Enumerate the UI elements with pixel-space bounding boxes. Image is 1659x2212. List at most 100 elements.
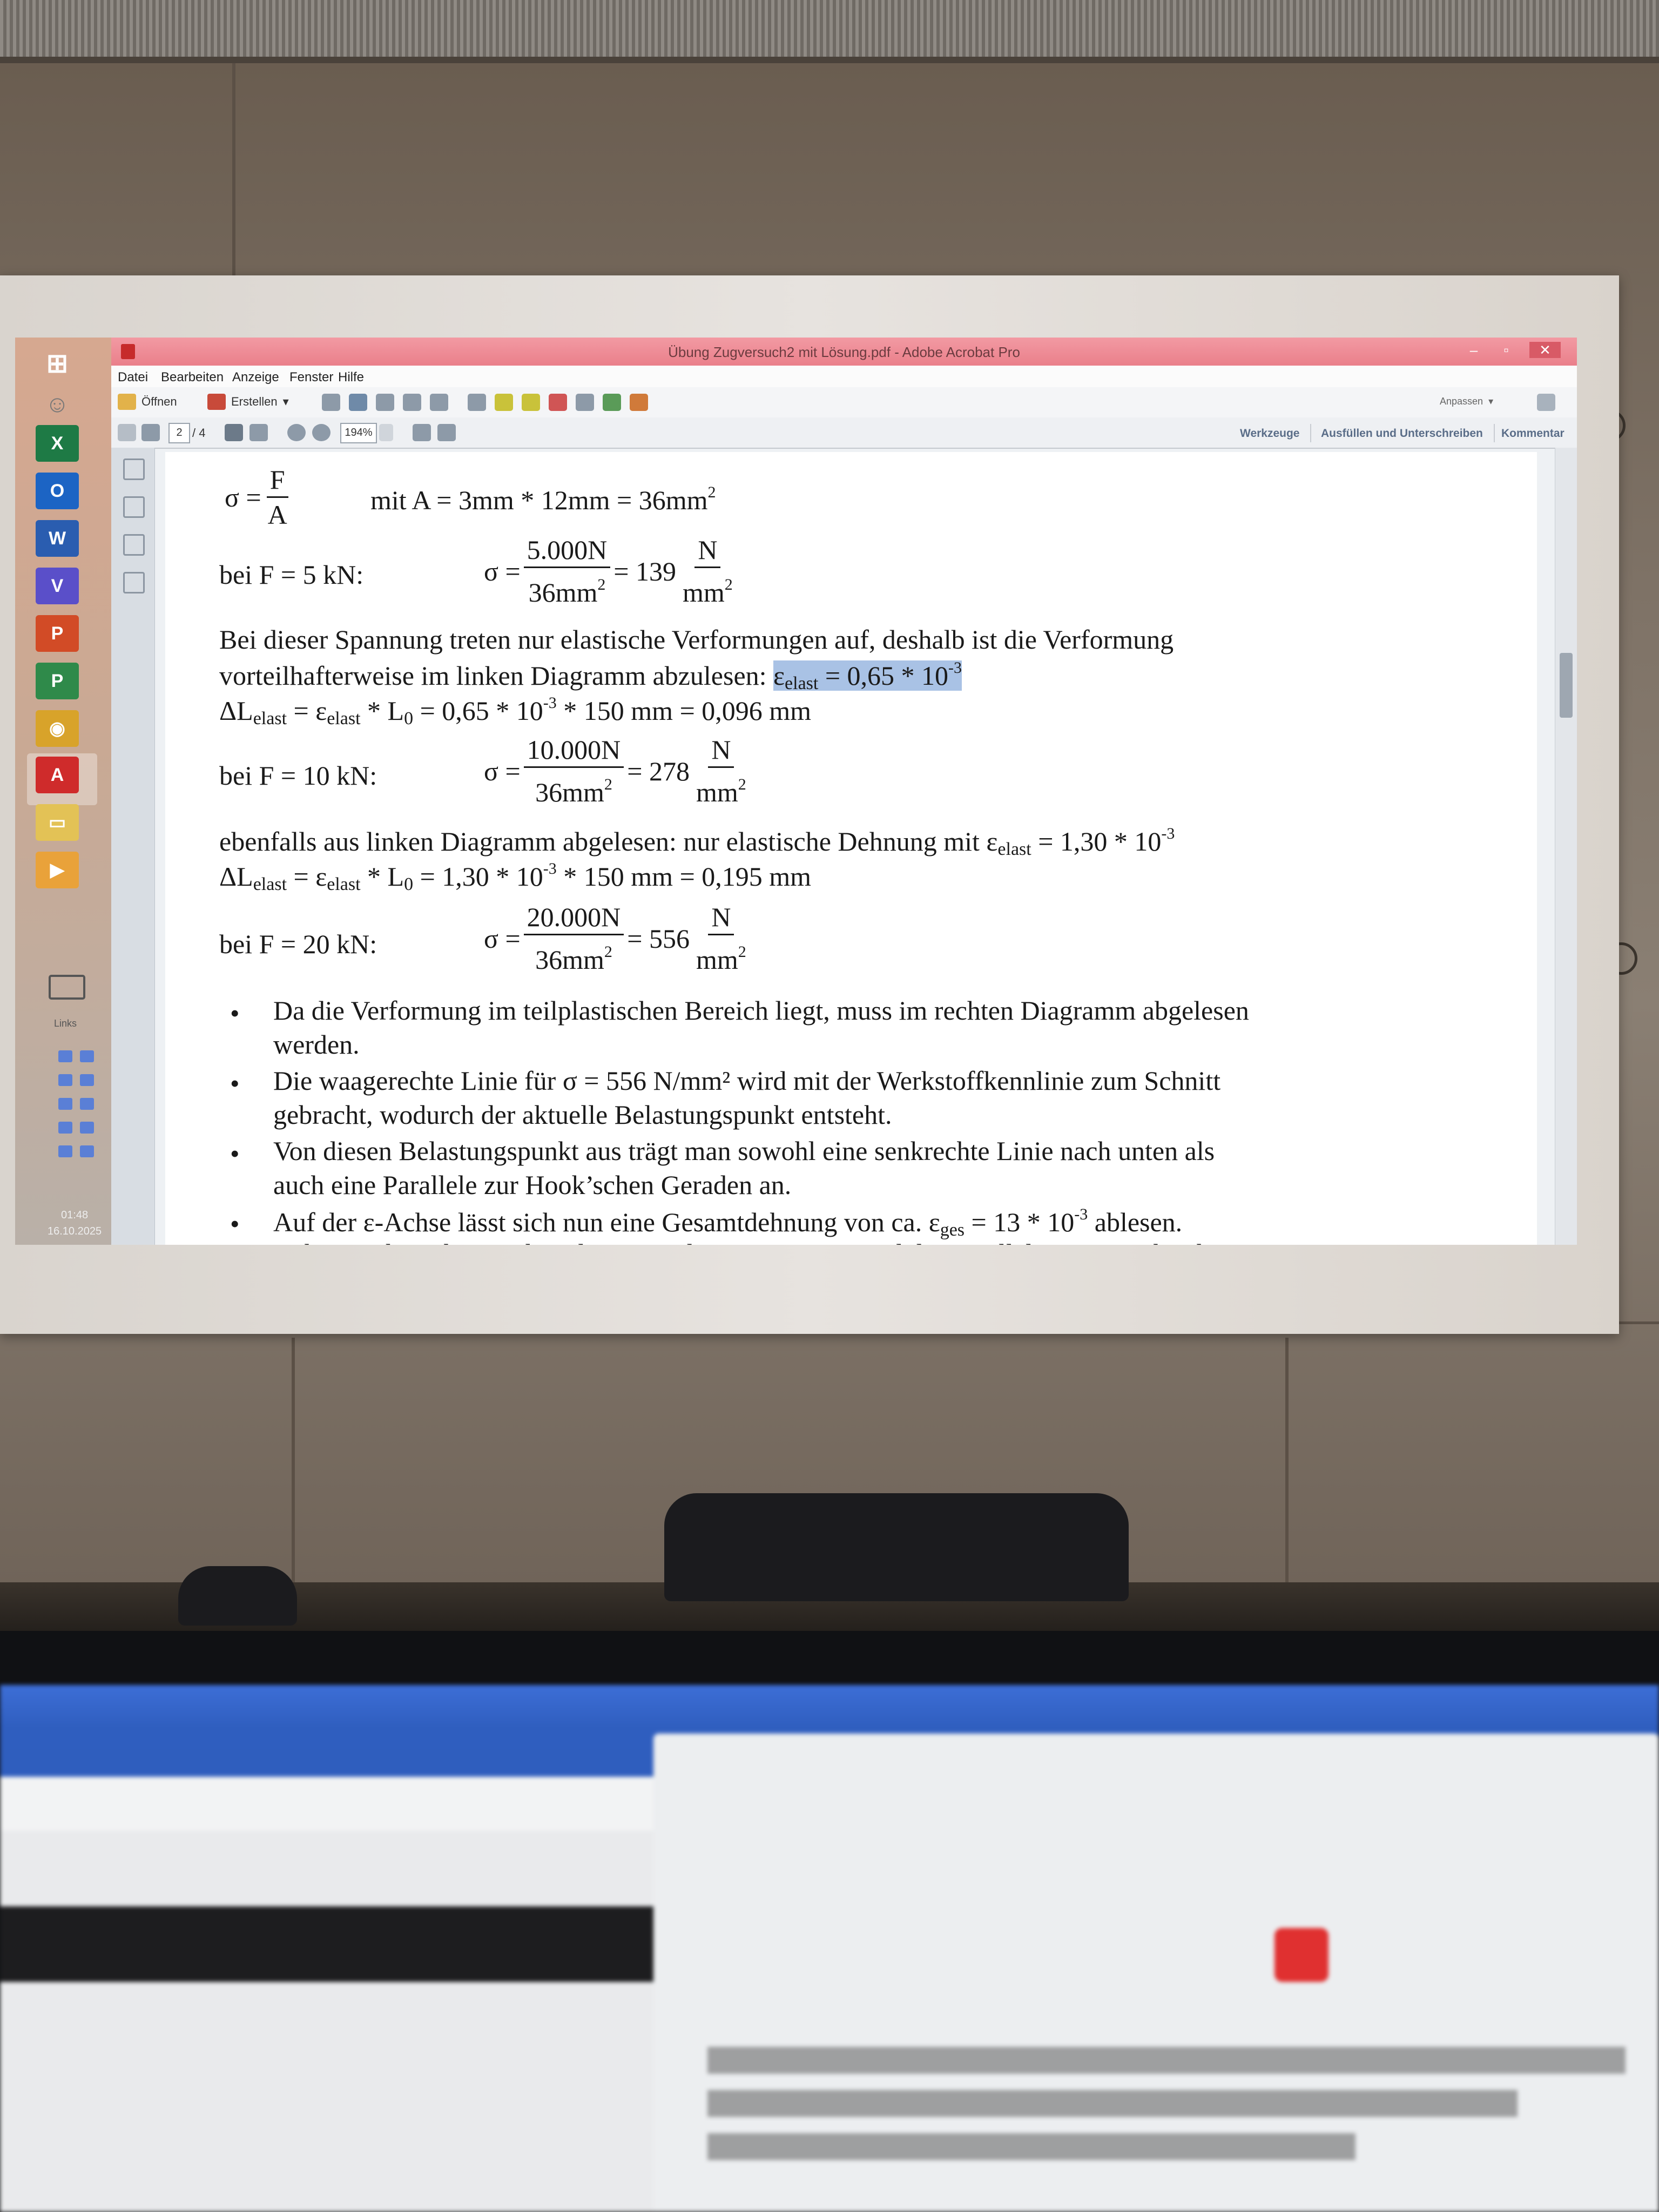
print-icon[interactable] (376, 394, 394, 411)
zoom-in-icon[interactable] (312, 424, 331, 441)
tray-icon[interactable] (58, 1074, 72, 1086)
taskbar-visio-icon[interactable]: V (36, 568, 79, 604)
text-run: * 150 mm = 0,195 mm (556, 861, 812, 892)
menu-bearbeiten[interactable]: Bearbeiten (161, 370, 224, 385)
sign-icon[interactable] (630, 394, 648, 411)
stamp-icon[interactable] (549, 394, 567, 411)
highlight-icon[interactable] (522, 394, 540, 411)
pdf-page: σ = F A mit A = 3mm * 12mm = 36mm2 bei F… (165, 452, 1537, 1245)
edit-icon[interactable] (403, 394, 421, 411)
close-button[interactable]: ✕ (1529, 342, 1561, 358)
page-up-icon[interactable] (118, 424, 136, 441)
menu-hilfe[interactable]: Hilfe (338, 370, 364, 385)
tray-icon[interactable] (80, 1074, 94, 1086)
tray-icon[interactable] (80, 1145, 94, 1157)
comment-panel-link[interactable]: Kommentar (1501, 427, 1564, 440)
tray-icon[interactable] (80, 1122, 94, 1134)
hand-tool-icon[interactable] (249, 424, 268, 441)
windows-start-icon[interactable]: ⊞ (36, 345, 79, 382)
main-toolbar: Öffnen Erstellen ▾ Anpassen ▾ (111, 387, 1577, 418)
zoom-level-input[interactable]: 194% (340, 423, 377, 443)
menu-fenster[interactable]: Fenster (289, 370, 333, 385)
mail-icon[interactable] (430, 394, 448, 411)
links-label: Links (54, 1018, 77, 1029)
taskbar-excel-icon[interactable]: X (36, 425, 79, 462)
fit-page-icon[interactable] (413, 424, 431, 441)
denominator-text: 36mm (535, 777, 604, 807)
page-thumbnails-icon[interactable] (123, 458, 145, 480)
customize-button[interactable]: Anpassen ▾ (1440, 396, 1493, 407)
blurred-text (707, 2090, 1518, 2117)
settings-icon[interactable] (468, 394, 486, 411)
zoom-out-icon[interactable] (287, 424, 306, 441)
area-formula: mit A = 3mm * 12mm = 36mm2 (370, 483, 716, 516)
fraction-denominator: 36mm2 (532, 768, 616, 809)
unit-denominator: mm2 (679, 568, 736, 609)
fraction-numerator: 20.000N (523, 900, 624, 935)
fill-sign-panel-link[interactable]: Ausfüllen und Unterschreiben (1321, 427, 1483, 440)
attachments-icon[interactable] (123, 534, 145, 556)
superscript: 2 (738, 943, 746, 961)
delta-l-line-1: ΔLelast = εelast * L0 = 0,65 * 10-3 * 15… (219, 694, 811, 729)
page-total: / 4 (192, 426, 206, 440)
tray-icon[interactable] (58, 1145, 72, 1157)
keyboard-icon[interactable] (49, 975, 85, 1000)
projected-desktop: ⊞ ☺ X O W V P P ◉ A ▭ ▶ Links 01:48 16.10.2025 Üb… (15, 338, 1577, 1245)
read-mode-icon[interactable] (437, 424, 456, 441)
fraction-numerator: 5.000N (523, 533, 611, 568)
bookmarks-icon[interactable] (123, 496, 145, 518)
subscript: elast (997, 839, 1031, 859)
taskbar-clock[interactable]: 01:48 16.10.2025 (48, 1207, 102, 1239)
tray-icon[interactable] (80, 1050, 94, 1062)
save-icon[interactable] (322, 394, 340, 411)
text-run: = 0,65 * 10 (413, 696, 543, 726)
comment-icon[interactable] (495, 394, 513, 411)
superscript: 2 (604, 943, 612, 961)
superscript: -3 (543, 860, 557, 878)
case-2-equation: σ = 10.000N 36mm2 = 278 N mm2 (484, 733, 753, 809)
fraction: 5.000N 36mm2 (523, 533, 611, 609)
page-number-input[interactable]: 2 (168, 423, 190, 443)
superscript: 2 (724, 576, 733, 594)
signatures-icon[interactable] (123, 572, 145, 594)
superscript: 2 (707, 483, 716, 501)
maximize-button[interactable]: ▫ (1497, 342, 1515, 358)
superscript: 2 (738, 775, 746, 793)
expand-icon[interactable] (1537, 394, 1555, 411)
tray-icon[interactable] (58, 1050, 72, 1062)
paragraph-line: vorteilhafterweise im linken Diagramm ab… (219, 659, 962, 694)
result-value: = 556 (627, 923, 690, 954)
taskbar-project-icon[interactable]: P (36, 663, 79, 699)
sigma-symbol: σ = (484, 923, 521, 954)
page-down-icon[interactable] (141, 424, 160, 441)
sigma-symbol: σ = (484, 756, 521, 786)
bullet-1-line-1: Da die Verformung im teilplastischen Ber… (273, 995, 1249, 1026)
chevron-down-icon: ▾ (1488, 396, 1494, 407)
user-icon[interactable]: ☺ (36, 386, 79, 423)
taskbar-word-icon[interactable]: W (36, 520, 79, 557)
vertical-scrollbar[interactable] (1555, 448, 1577, 1245)
open-button[interactable]: Öffnen (118, 394, 177, 410)
select-tool-icon[interactable] (225, 424, 243, 441)
minimize-button[interactable]: – (1465, 342, 1483, 358)
create-button[interactable]: Erstellen ▾ (207, 394, 289, 410)
export-icon[interactable] (603, 394, 621, 411)
attach-icon[interactable] (576, 394, 594, 411)
taskbar-powerpoint-icon[interactable]: P (36, 615, 79, 652)
tray-icon[interactable] (80, 1098, 94, 1110)
tools-panel-link[interactable]: Werkzeuge (1240, 427, 1300, 440)
tray-icon[interactable] (58, 1098, 72, 1110)
upload-icon[interactable] (349, 394, 367, 411)
zoom-dropdown-icon[interactable] (379, 424, 393, 441)
tray-icon[interactable] (58, 1122, 72, 1134)
taskbar-chrome-icon[interactable]: ◉ (36, 710, 79, 747)
menu-datei[interactable]: Datei (118, 370, 148, 385)
scrollbar-thumb[interactable] (1560, 653, 1573, 718)
taskbar-media-icon[interactable]: ▶ (36, 852, 79, 888)
blurred-text (707, 2133, 1355, 2160)
taskbar-acrobat-icon[interactable]: A (36, 757, 79, 793)
taskbar-explorer-icon[interactable]: ▭ (36, 804, 79, 841)
case-1-equation: σ = 5.000N 36mm2 = 139 N mm2 (484, 533, 739, 609)
menu-anzeige[interactable]: Anzeige (232, 370, 279, 385)
taskbar-outlook-icon[interactable]: O (36, 473, 79, 509)
